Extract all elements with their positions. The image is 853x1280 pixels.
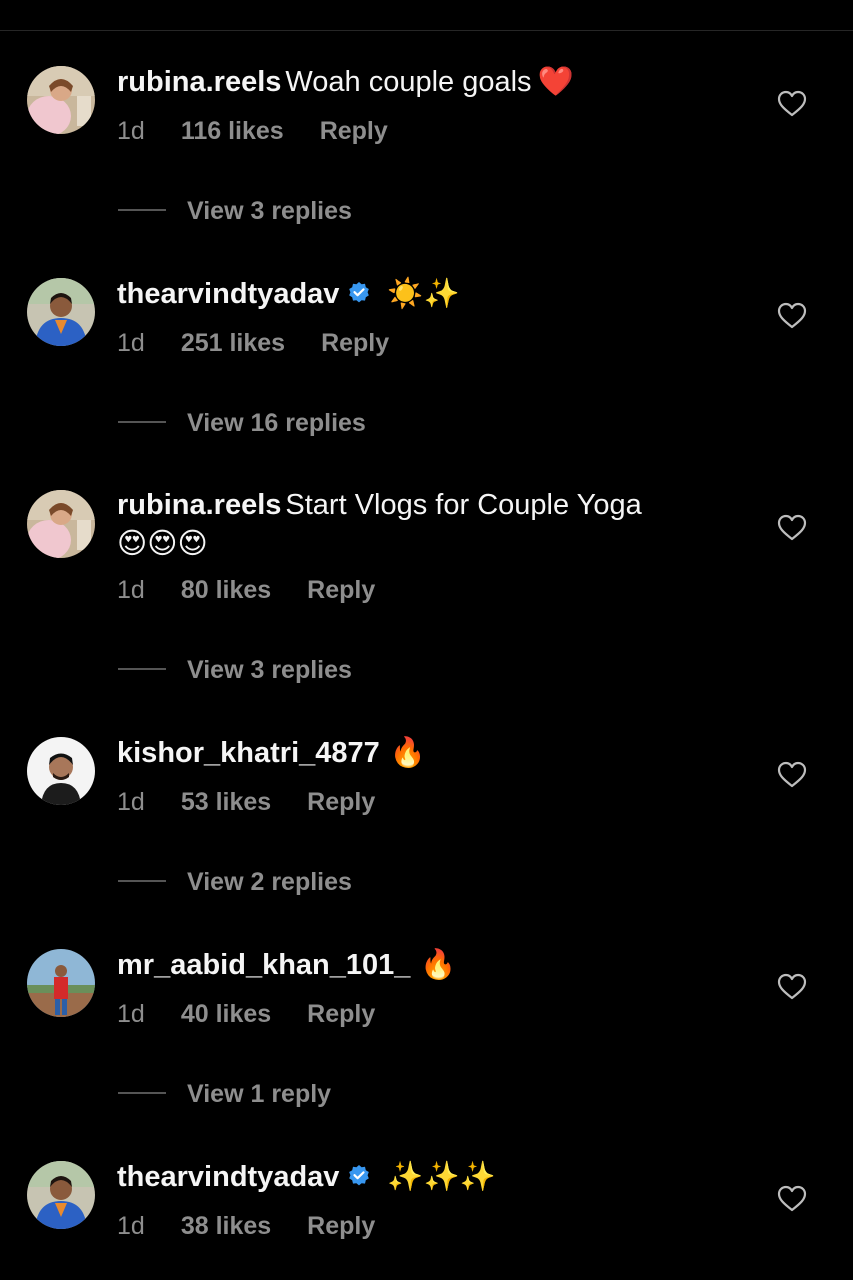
view-replies-label: View 2 replies (187, 868, 352, 896)
view-replies-button[interactable]: View 3 replies (118, 656, 352, 685)
comment-body: Woah couple goals (285, 66, 532, 98)
heart-icon[interactable] (777, 302, 807, 330)
heart-icon[interactable] (777, 973, 807, 1001)
reply-button[interactable]: Reply (307, 788, 375, 817)
top-divider (0, 30, 853, 31)
reply-button[interactable]: Reply (307, 576, 375, 605)
likes-count[interactable]: 38 likes (181, 1212, 271, 1241)
heart-icon[interactable] (777, 1185, 807, 1213)
replies-divider (118, 421, 166, 424)
likes-count[interactable]: 40 likes (181, 1000, 271, 1029)
avatar[interactable] (27, 949, 95, 1017)
replies-divider (118, 668, 166, 671)
heart-icon[interactable] (777, 761, 807, 789)
comment-text: kishor_khatri_4877 🔥 (117, 733, 717, 772)
comment-text: thearvindtyadav ☀️✨ (117, 274, 717, 313)
view-replies-label: View 16 replies (187, 409, 366, 437)
username[interactable]: rubina.reels (117, 489, 281, 521)
username[interactable]: thearvindtyadav (117, 278, 339, 310)
comment-meta: 1d 116 likes Reply (117, 117, 388, 146)
emoji: ☀️✨ (387, 276, 460, 310)
comment-meta: 1d 38 likes Reply (117, 1212, 375, 1241)
emoji: 🔥 (389, 735, 426, 769)
comment-text: rubina.reels Woah couple goals ❤️ (117, 62, 717, 101)
reply-button[interactable]: Reply (307, 1212, 375, 1241)
replies-divider (118, 209, 166, 212)
comment-meta: 1d 53 likes Reply (117, 788, 375, 817)
likes-count[interactable]: 53 likes (181, 788, 271, 817)
username[interactable]: thearvindtyadav (117, 1161, 339, 1193)
replies-divider (118, 1092, 166, 1095)
timestamp: 1d (117, 329, 145, 357)
likes-count[interactable]: 80 likes (181, 576, 271, 605)
avatar[interactable] (27, 278, 95, 346)
emoji: 🔥 (420, 947, 457, 981)
heart-icon[interactable] (777, 514, 807, 542)
comment-meta: 1d 40 likes Reply (117, 1000, 375, 1029)
likes-count[interactable]: 251 likes (181, 329, 285, 358)
likes-count[interactable]: 116 likes (181, 117, 284, 146)
avatar[interactable] (27, 490, 95, 558)
timestamp: 1d (117, 1212, 145, 1240)
timestamp: 1d (117, 117, 145, 145)
view-replies-label: View 3 replies (187, 197, 352, 225)
comment-text: mr_aabid_khan_101_ 🔥 (117, 945, 717, 984)
reply-button[interactable]: Reply (320, 117, 388, 146)
verified-badge-icon (349, 282, 370, 303)
view-replies-button[interactable]: View 3 replies (118, 197, 352, 226)
view-replies-button[interactable]: View 1 reply (118, 1080, 331, 1109)
reply-button[interactable]: Reply (321, 329, 389, 358)
view-replies-button[interactable]: View 16 replies (118, 409, 366, 438)
verified-badge-icon (349, 1165, 370, 1186)
emoji: 😍😍😍 (117, 526, 208, 560)
replies-divider (118, 880, 166, 883)
username[interactable]: kishor_khatri_4877 (117, 737, 380, 769)
comment-text: rubina.reels Start Vlogs for Couple Yoga 😍… (117, 486, 717, 563)
comment-meta: 1d 80 likes Reply (117, 576, 375, 605)
heart-icon[interactable] (777, 90, 807, 118)
reply-button[interactable]: Reply (307, 1000, 375, 1029)
timestamp: 1d (117, 1000, 145, 1028)
avatar[interactable] (27, 737, 95, 805)
view-replies-label: View 3 replies (187, 656, 352, 684)
emoji: ❤️ (537, 64, 574, 98)
comment-meta: 1d 251 likes Reply (117, 329, 389, 358)
timestamp: 1d (117, 576, 145, 604)
avatar[interactable] (27, 66, 95, 134)
emoji: ✨✨✨ (387, 1159, 496, 1193)
username[interactable]: mr_aabid_khan_101_ (117, 949, 410, 981)
view-replies-label: View 1 reply (187, 1080, 332, 1108)
avatar[interactable] (27, 1161, 95, 1229)
comment-text: thearvindtyadav ✨✨✨ (117, 1157, 717, 1196)
view-replies-button[interactable]: View 2 replies (118, 868, 352, 897)
username[interactable]: rubina.reels (117, 66, 281, 98)
comment-body: Start Vlogs for Couple Yoga (285, 489, 642, 521)
timestamp: 1d (117, 788, 145, 816)
